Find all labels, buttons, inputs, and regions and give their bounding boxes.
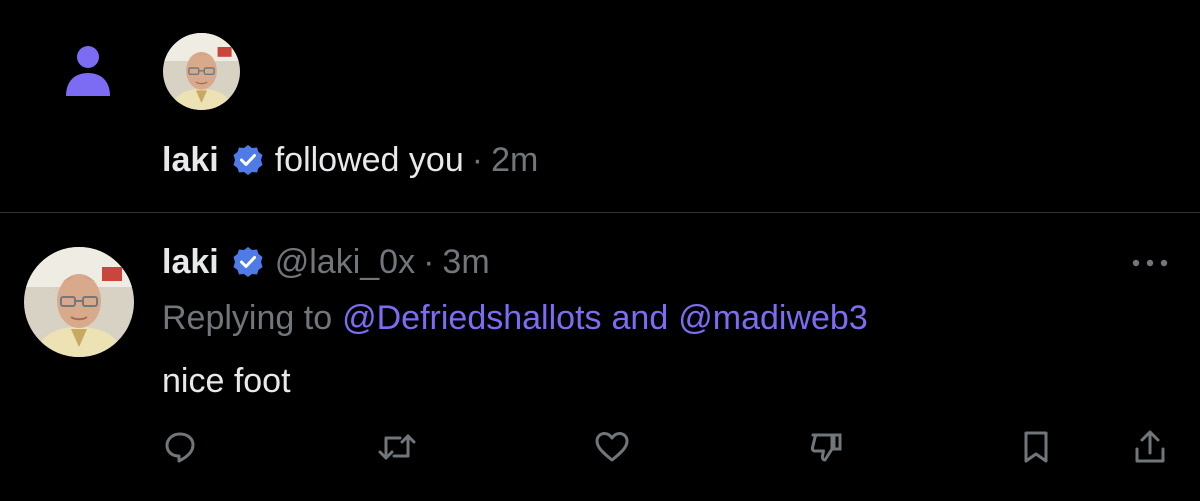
tweet-text: nice foot: [162, 361, 291, 400]
dislike-icon: [810, 433, 842, 462]
follow-notification[interactable]: laki followed you · 2m: [0, 0, 1200, 213]
reply-mention-link[interactable]: @Defriedshallots: [342, 299, 601, 338]
tweet[interactable]: laki @laki_0x · 3m Replying to @Defrieds…: [0, 213, 1200, 501]
replying-to-line: Replying to @Defriedshallots and @madiwe…: [162, 295, 868, 341]
like-icon: [595, 432, 629, 462]
verified-badge-icon: [233, 145, 263, 175]
timestamp: 2m: [491, 140, 539, 179]
bookmark-icon: [1024, 431, 1048, 463]
share-button[interactable]: [1128, 425, 1172, 469]
reply-conjunction: and: [611, 298, 669, 337]
user-handle[interactable]: @laki_0x: [275, 243, 415, 282]
follow-line: laki followed you · 2m: [162, 136, 538, 184]
replying-prefix: Replying to: [162, 298, 333, 337]
reply-button[interactable]: [158, 425, 202, 469]
avatar[interactable]: [24, 247, 134, 357]
tweet-header: laki @laki_0x · 3m: [162, 239, 490, 285]
retweet-button[interactable]: [375, 425, 419, 469]
follow-action-text: followed you: [274, 140, 464, 179]
avatar[interactable]: [163, 33, 240, 110]
share-icon: [1135, 430, 1165, 463]
person-icon: [66, 46, 110, 96]
reply-mention-link[interactable]: @madiweb3: [678, 299, 868, 338]
verified-badge-icon: [233, 247, 263, 277]
more-icon[interactable]: [1128, 251, 1172, 275]
separator: ·: [471, 140, 484, 179]
separator: ·: [423, 242, 435, 281]
bookmark-button[interactable]: [1014, 425, 1058, 469]
dislike-button[interactable]: [804, 425, 848, 469]
user-name[interactable]: laki: [162, 243, 219, 282]
retweet-icon: [378, 434, 416, 460]
like-button[interactable]: [590, 425, 634, 469]
reply-icon: [165, 432, 195, 463]
timestamp[interactable]: 3m: [442, 243, 489, 282]
user-name[interactable]: laki: [162, 141, 219, 180]
